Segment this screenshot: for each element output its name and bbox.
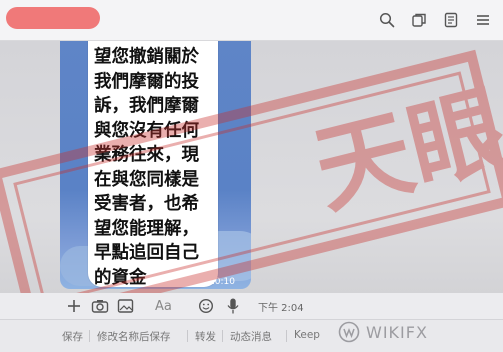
keep-button[interactable]: Keep bbox=[294, 329, 320, 341]
emoji-icon[interactable] bbox=[198, 296, 214, 316]
menu-icon[interactable] bbox=[473, 10, 493, 30]
menu-divider bbox=[286, 330, 287, 342]
image-message[interactable]: 望您撤銷關於我們摩爾的投訴，我們摩爾與您沒有任何業務往來，現在與您同樣是受害者，… bbox=[60, 41, 251, 289]
message-bubble: 望您撤銷關於我們摩爾的投訴，我們摩爾與您沒有任何業務往來，現在與您同樣是受害者，… bbox=[88, 41, 218, 288]
input-toolbar: Aa 下午 2:04 bbox=[0, 293, 503, 319]
note-icon[interactable] bbox=[441, 10, 461, 30]
brand-watermark: WIKIFX bbox=[338, 321, 428, 343]
wikifx-logo-icon bbox=[338, 321, 360, 343]
menu-divider bbox=[187, 330, 188, 342]
copy-icon[interactable] bbox=[409, 10, 429, 30]
plus-icon[interactable] bbox=[66, 296, 82, 316]
save-button[interactable]: 保存 bbox=[62, 329, 83, 344]
image-icon[interactable] bbox=[117, 296, 134, 316]
toolbar-timestamp: 下午 2:04 bbox=[258, 303, 304, 314]
message-timestamp: 上午10:10 bbox=[191, 277, 235, 287]
rename-save-button[interactable]: 修改名称后保存 bbox=[97, 329, 171, 344]
search-icon[interactable] bbox=[377, 10, 397, 30]
redacted-chat-title bbox=[6, 7, 100, 29]
header-actions bbox=[377, 10, 493, 30]
message-text: 望您撤銷關於我們摩爾的投訴，我們摩爾與您沒有任何業務往來，現在與您同樣是受害者，… bbox=[94, 47, 199, 288]
text-format-button[interactable]: Aa bbox=[155, 296, 172, 316]
watermark-text: WIKIFX bbox=[366, 322, 428, 342]
microphone-icon[interactable] bbox=[226, 296, 240, 316]
timeline-post-button[interactable]: 动态消息 bbox=[230, 329, 272, 344]
camera-icon[interactable] bbox=[91, 296, 109, 316]
forward-button[interactable]: 转发 bbox=[195, 329, 216, 344]
chat-header bbox=[0, 0, 503, 41]
menu-divider bbox=[222, 330, 223, 342]
menu-divider bbox=[89, 330, 90, 342]
